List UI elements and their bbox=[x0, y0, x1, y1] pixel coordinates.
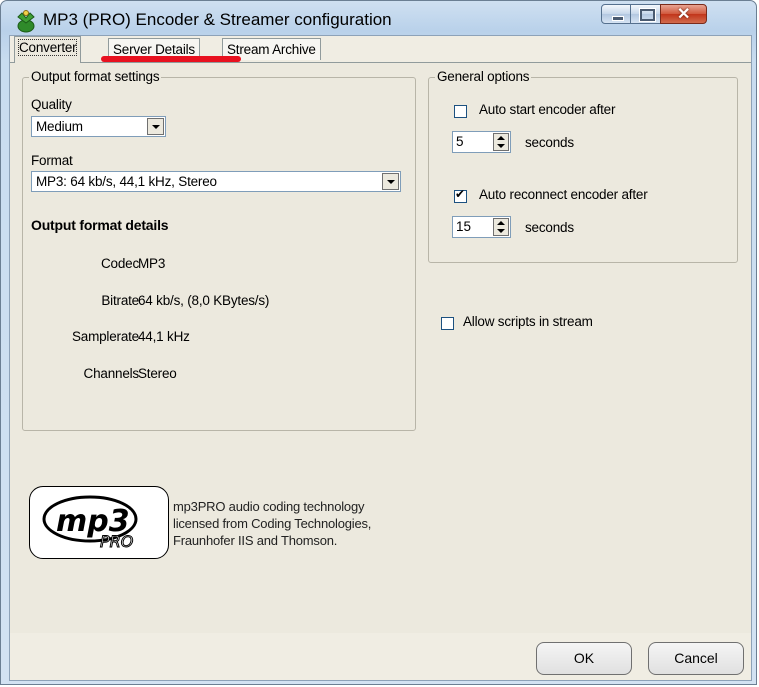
mp3pro-logo-mark: mp3 PRO bbox=[42, 495, 138, 552]
format-label: Format bbox=[31, 153, 73, 168]
tab-converter[interactable]: Converter bbox=[14, 36, 82, 63]
close-icon: ✕ bbox=[677, 6, 691, 23]
chevron-up-icon bbox=[497, 136, 505, 140]
chevron-down-icon bbox=[497, 229, 505, 233]
license-text: mp3PRO audio coding technology licensed … bbox=[173, 498, 371, 549]
close-button[interactable]: ✕ bbox=[660, 4, 707, 24]
quality-select[interactable]: Medium bbox=[31, 116, 166, 137]
allow-scripts-label: Allow scripts in stream bbox=[463, 314, 593, 329]
chevron-down-icon bbox=[497, 144, 505, 148]
license-line: mp3PRO audio coding technology bbox=[173, 499, 365, 514]
auto-reconnect-seconds-spinner[interactable]: 15 bbox=[452, 216, 511, 238]
logo-mark-sub: PRO bbox=[100, 532, 133, 551]
maximize-button[interactable] bbox=[630, 4, 661, 24]
allow-scripts-checkbox[interactable] bbox=[441, 317, 454, 330]
codec-label: Codec bbox=[100, 256, 139, 271]
auto-reconnect-label: Auto reconnect encoder after bbox=[479, 187, 648, 202]
window-title: MP3 (PRO) Encoder & Streamer configurati… bbox=[43, 10, 392, 29]
ok-button[interactable]: OK bbox=[536, 642, 632, 675]
auto-reconnect-value: 15 bbox=[456, 219, 472, 234]
chevron-up-icon bbox=[497, 221, 505, 225]
app-icon bbox=[17, 10, 35, 33]
annotation-underline bbox=[101, 56, 241, 62]
auto-start-label: Auto start encoder after bbox=[479, 102, 616, 117]
quality-label: Quality bbox=[31, 97, 72, 112]
chevron-down-icon[interactable] bbox=[147, 118, 164, 135]
bitrate-label: Bitrate bbox=[101, 293, 139, 308]
auto-start-checkbox[interactable] bbox=[454, 105, 467, 118]
minimize-icon bbox=[612, 16, 624, 21]
format-select[interactable]: MP3: 64 kb/s, 44,1 kHz, Stereo bbox=[31, 171, 401, 192]
details-title: Output format details bbox=[31, 217, 169, 233]
maximize-icon bbox=[640, 9, 655, 21]
minimize-button[interactable] bbox=[601, 4, 631, 24]
auto-start-unit: seconds bbox=[525, 135, 574, 150]
dialog-window: MP3 (PRO) Encoder & Streamer configurati… bbox=[0, 0, 757, 685]
quality-value: Medium bbox=[36, 119, 83, 134]
auto-reconnect-unit: seconds bbox=[525, 220, 574, 235]
group-title: Output format settings bbox=[29, 69, 162, 84]
bitrate-value: 64 kb/s, (8,0 KBytes/s) bbox=[138, 293, 270, 308]
chevron-down-icon[interactable] bbox=[382, 173, 399, 190]
output-format-group: Output format settings Quality Medium Fo… bbox=[22, 69, 416, 431]
auto-reconnect-checkbox[interactable] bbox=[454, 187, 467, 203]
license-line: Fraunhofer IIS and Thomson. bbox=[173, 533, 338, 548]
mp3pro-logo: mp3 PRO bbox=[29, 486, 169, 559]
auto-start-value: 5 bbox=[456, 134, 464, 149]
format-value: MP3: 64 kb/s, 44,1 kHz, Stereo bbox=[36, 174, 217, 189]
samplerate-value: 44,1 kHz bbox=[138, 329, 190, 344]
license-line: licensed from Coding Technologies, bbox=[173, 516, 372, 531]
tab-label: Stream Archive bbox=[227, 42, 316, 57]
tab-label: Converter bbox=[17, 39, 78, 56]
channels-value: Stereo bbox=[138, 366, 177, 381]
spinner-buttons[interactable] bbox=[493, 218, 509, 236]
cancel-button[interactable]: Cancel bbox=[648, 642, 744, 675]
auto-start-seconds-spinner[interactable]: 5 bbox=[452, 131, 511, 153]
group-title: General options bbox=[435, 69, 532, 84]
codec-value: MP3 bbox=[138, 256, 166, 271]
spinner-buttons[interactable] bbox=[493, 133, 509, 151]
samplerate-label: Samplerate bbox=[71, 329, 139, 344]
dialog-client: Converter Server Details Stream Archive … bbox=[9, 35, 752, 681]
channels-label: Channels bbox=[83, 366, 140, 381]
general-options-group: General options Auto start encoder after… bbox=[428, 69, 738, 263]
tab-label: Server Details bbox=[113, 42, 195, 57]
